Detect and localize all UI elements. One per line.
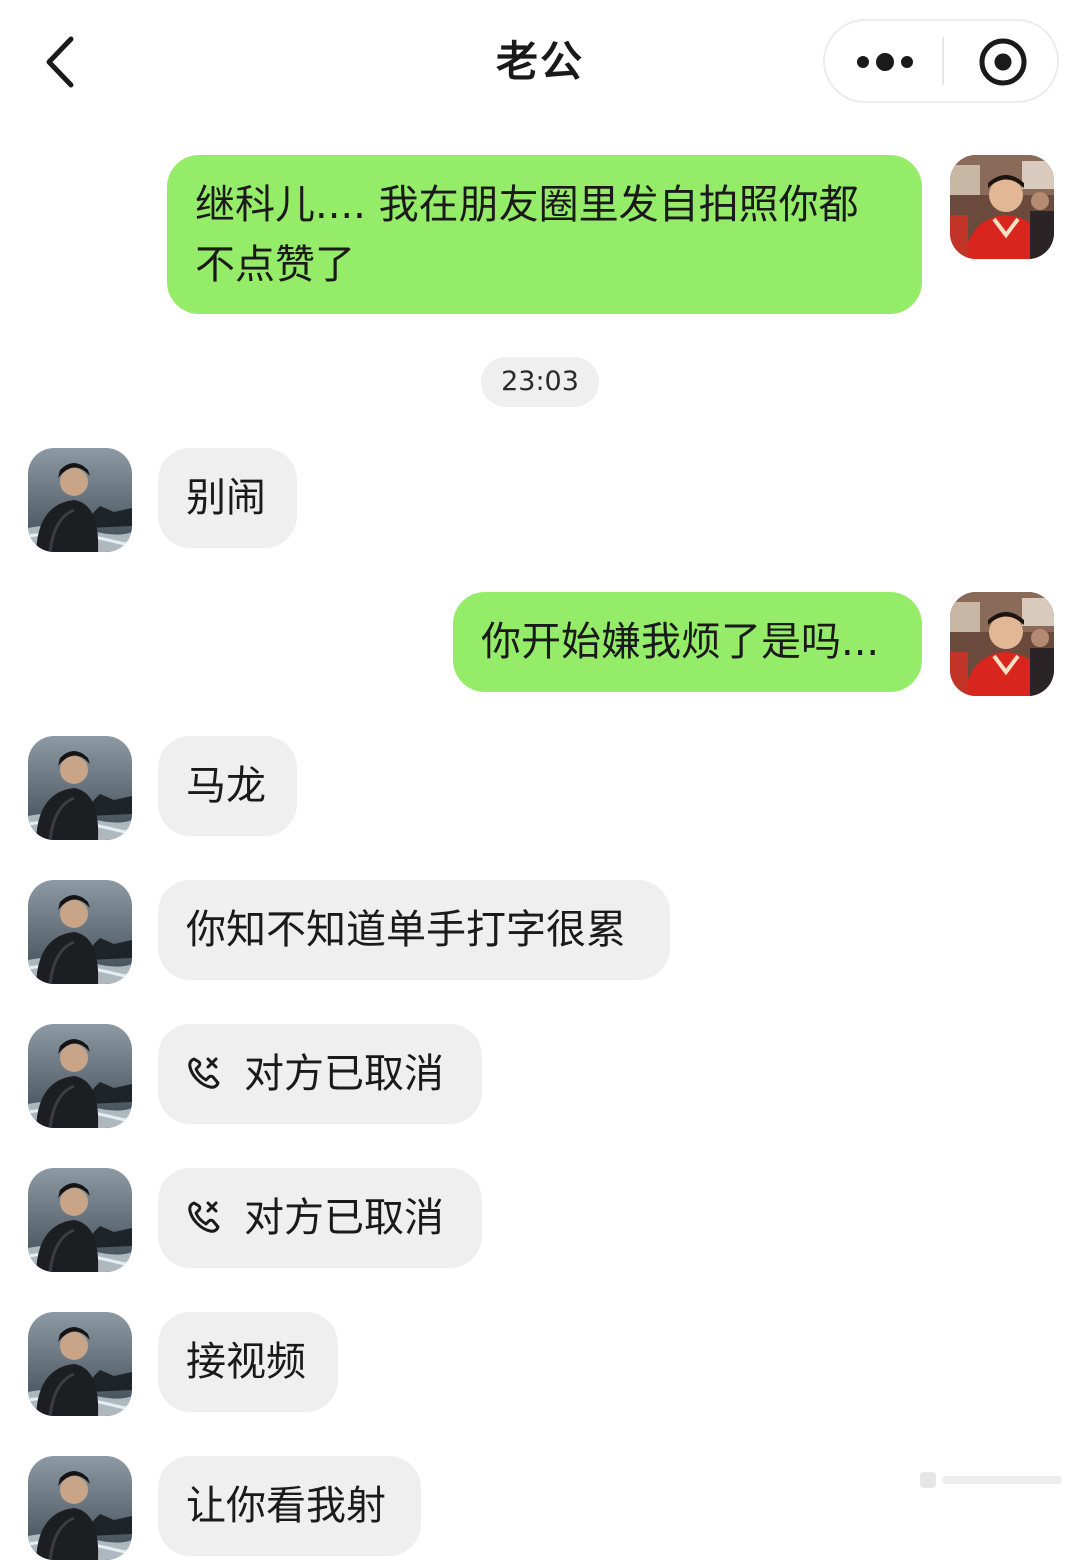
contact-avatar[interactable]	[28, 448, 132, 552]
message-bubble-sent[interactable]: 继科儿.... 我在朋友圈里发自拍照你都不点赞了	[167, 155, 922, 314]
message-bubble-received[interactable]: 别闹	[158, 448, 297, 548]
avatar-photo	[28, 1024, 132, 1128]
avatar-photo	[28, 1456, 132, 1560]
contact-avatar[interactable]	[28, 736, 132, 840]
message-text: 你知不知道单手打字很累	[186, 907, 626, 953]
more-button[interactable]	[825, 21, 942, 101]
my-avatar[interactable]	[950, 155, 1054, 259]
close-button[interactable]	[944, 21, 1059, 101]
contact-avatar[interactable]	[28, 1168, 132, 1272]
message-text: 继科儿.... 我在朋友圈里发自拍照你都不点赞了	[195, 182, 859, 288]
contact-avatar[interactable]	[28, 1312, 132, 1416]
contact-avatar[interactable]	[28, 1024, 132, 1128]
message-text: 让你看我射	[186, 1483, 386, 1529]
timestamp: 23:03	[481, 357, 599, 407]
avatar-photo	[950, 592, 1054, 696]
avatar-photo	[28, 1168, 132, 1272]
message-bubble-received[interactable]: 你知不知道单手打字很累	[158, 880, 670, 980]
call-status-text: 对方已取消	[244, 1051, 444, 1097]
contact-avatar[interactable]	[28, 880, 132, 984]
my-avatar[interactable]	[950, 592, 1054, 696]
avatar-photo	[28, 448, 132, 552]
call-record-bubble[interactable]: 对方已取消	[158, 1168, 482, 1268]
call-cancelled-icon	[186, 1199, 222, 1235]
chat-header: 老公	[0, 0, 1080, 125]
contact-avatar[interactable]	[28, 1456, 132, 1560]
message-bubble-received[interactable]: 让你看我射	[158, 1456, 421, 1556]
avatar-photo	[950, 155, 1054, 259]
message-bubble-sent[interactable]: 你开始嫌我烦了是吗...	[453, 592, 922, 692]
mini-program-capsule	[823, 19, 1059, 103]
avatar-photo	[28, 736, 132, 840]
avatar-photo	[28, 1312, 132, 1416]
message-bubble-received[interactable]: 马龙	[158, 736, 297, 836]
more-dots-icon	[857, 53, 913, 71]
avatar-photo	[28, 880, 132, 984]
watermark-graphic	[920, 1472, 1062, 1488]
message-text: 别闹	[186, 475, 266, 521]
message-text: 你开始嫌我烦了是吗...	[481, 619, 880, 665]
message-text: 马龙	[186, 763, 266, 809]
call-status-text: 对方已取消	[244, 1195, 444, 1241]
call-cancelled-icon	[186, 1055, 222, 1091]
call-record-bubble[interactable]: 对方已取消	[158, 1024, 482, 1124]
message-bubble-received[interactable]: 接视频	[158, 1312, 338, 1412]
message-text: 接视频	[186, 1339, 306, 1385]
target-close-icon	[979, 38, 1027, 86]
